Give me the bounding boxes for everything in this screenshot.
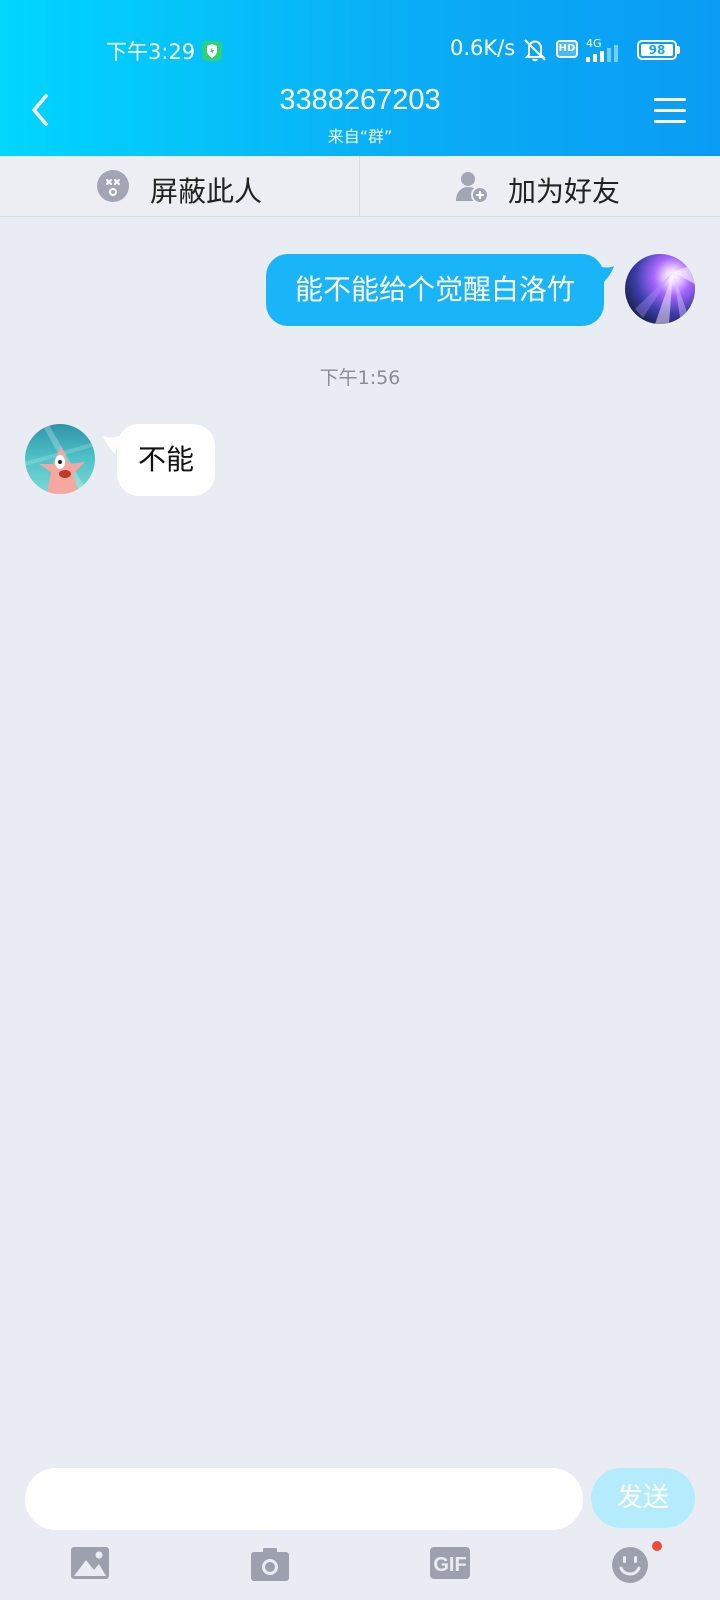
battery-tip	[677, 46, 680, 54]
blocked-face-icon	[97, 170, 129, 202]
stranger-action-bar: 屏蔽此人 加为好友	[0, 156, 720, 217]
my-avatar[interactable]	[625, 254, 695, 324]
add-friend-label: 加为好友	[508, 175, 621, 208]
network-speed: 0.6K/s	[450, 36, 516, 60]
emoji-icon[interactable]	[611, 1546, 649, 1588]
menu-icon	[654, 98, 686, 101]
page-title: 3388267203	[279, 84, 441, 116]
gif-icon[interactable]: GIF	[430, 1546, 470, 1584]
message-input[interactable]	[25, 1468, 583, 1530]
bell-muted-icon	[521, 38, 549, 66]
shield-icon	[202, 41, 222, 61]
hd-voice-icon: HD	[556, 40, 578, 58]
send-button[interactable]: 发送	[591, 1468, 695, 1528]
menu-icon-line	[654, 109, 686, 112]
add-friend-icon	[454, 169, 490, 209]
message-text-incoming: 不能	[137, 443, 194, 476]
camera-icon[interactable]	[250, 1546, 290, 1586]
avatar-image	[635, 264, 695, 324]
status-time: 下午3:29	[106, 40, 196, 64]
block-user-button[interactable]: 屏蔽此人	[0, 156, 360, 216]
battery-level: 98	[648, 43, 666, 57]
chat-header: 下午3:29 0.6K/s HD 4G 98 3388267203 来自“群”	[0, 0, 720, 156]
patrick-star-avatar-image	[25, 424, 95, 494]
contact-avatar[interactable]	[25, 424, 95, 494]
page-subtitle: 来自“群”	[327, 127, 393, 146]
menu-button[interactable]	[652, 94, 688, 126]
block-user-label: 屏蔽此人	[150, 175, 263, 208]
add-friend-button[interactable]: 加为好友	[360, 156, 720, 216]
image-icon[interactable]	[70, 1546, 110, 1584]
signal-icon	[586, 44, 630, 66]
battery-icon: 98	[637, 40, 677, 60]
menu-icon-line	[654, 120, 686, 123]
message-text-outgoing: 能不能给个觉醒白洛竹	[294, 273, 575, 306]
notification-dot	[652, 1541, 662, 1551]
status-bar: 下午3:29 0.6K/s HD 4G 98	[0, 0, 720, 90]
time-divider: 下午1:56	[319, 367, 401, 389]
gif-label: GIF	[433, 1554, 466, 1576]
